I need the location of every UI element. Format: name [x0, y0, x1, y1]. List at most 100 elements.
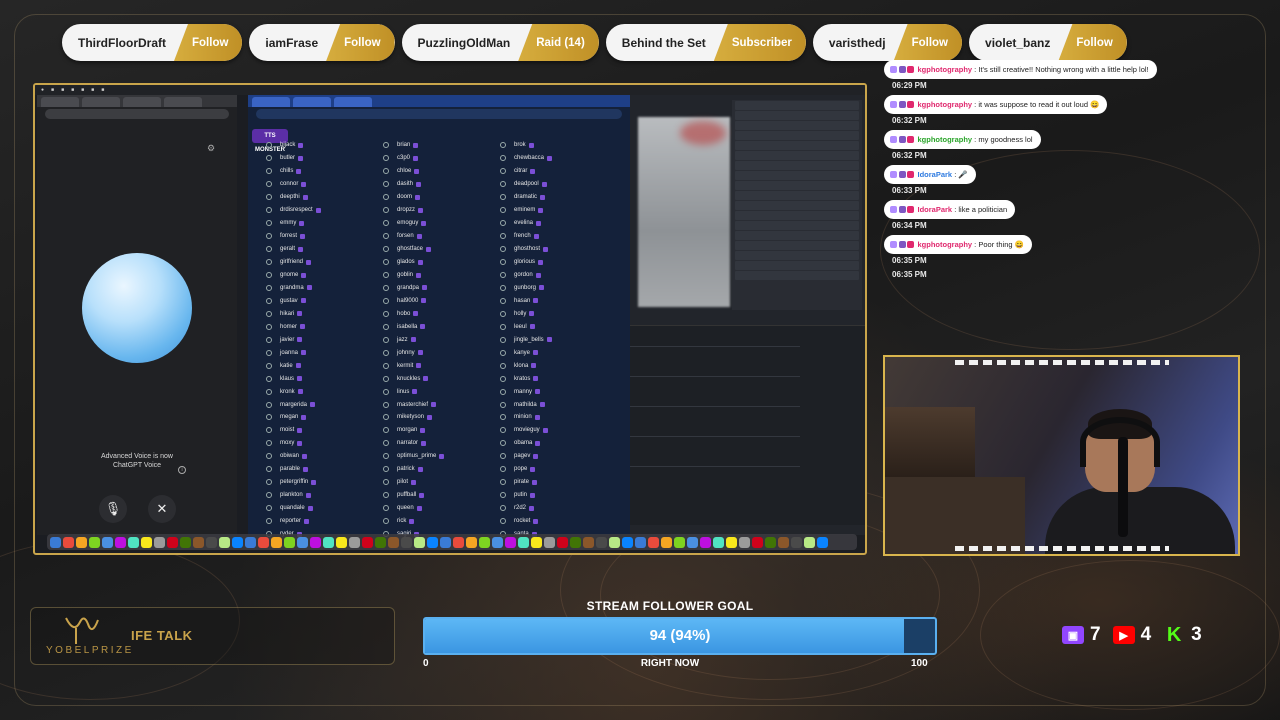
selected-checkbox-icon[interactable] — [431, 402, 437, 408]
selected-checkbox-icon[interactable] — [297, 337, 303, 343]
voice-list-item[interactable]: joanna — [266, 346, 383, 359]
play-icon[interactable] — [266, 155, 272, 162]
voice-list-item[interactable]: brian — [383, 139, 500, 152]
dock-app-icon[interactable] — [726, 536, 737, 548]
voice-list-item[interactable]: forsen — [383, 230, 500, 243]
selected-checkbox-icon[interactable] — [415, 194, 421, 200]
dock-app-icon[interactable] — [778, 536, 789, 548]
play-icon[interactable] — [266, 259, 272, 266]
selected-checkbox-icon[interactable] — [420, 427, 426, 433]
selected-checkbox-icon[interactable] — [536, 220, 542, 226]
play-icon[interactable] — [500, 492, 506, 499]
voice-list-item[interactable]: ghostface — [383, 243, 500, 256]
selected-checkbox-icon[interactable] — [298, 155, 304, 161]
selected-checkbox-icon[interactable] — [414, 168, 420, 174]
selected-checkbox-icon[interactable] — [533, 233, 539, 239]
play-icon[interactable] — [500, 284, 506, 291]
selected-checkbox-icon[interactable] — [419, 492, 425, 498]
selected-checkbox-icon[interactable] — [534, 414, 540, 420]
voice-list-item[interactable]: rick — [383, 515, 500, 528]
play-icon[interactable] — [383, 349, 389, 356]
selected-checkbox-icon[interactable] — [298, 246, 304, 252]
selected-checkbox-icon[interactable] — [301, 350, 307, 356]
voice-list-item[interactable]: hal9000 — [383, 294, 500, 307]
play-icon[interactable] — [383, 427, 389, 434]
voice-list-item[interactable]: emmy — [266, 217, 383, 230]
dock-app-icon[interactable] — [700, 536, 711, 548]
voice-list-item[interactable]: butler — [266, 152, 383, 165]
play-icon[interactable] — [383, 518, 389, 525]
voice-list-item[interactable]: megan — [266, 411, 383, 424]
dock-app-icon[interactable] — [349, 536, 360, 548]
voice-list-item[interactable]: chills — [266, 165, 383, 178]
dock-app-icon[interactable] — [102, 536, 113, 548]
voice-list-item[interactable]: chewbacca — [500, 152, 617, 165]
selected-checkbox-icon[interactable] — [416, 505, 422, 511]
selected-checkbox-icon[interactable] — [540, 194, 546, 200]
dock-app-icon[interactable] — [323, 536, 334, 548]
play-icon[interactable] — [266, 272, 272, 278]
selected-checkbox-icon[interactable] — [538, 259, 544, 265]
dock-app-icon[interactable] — [453, 536, 464, 548]
play-icon[interactable] — [383, 479, 389, 486]
voice-list-item[interactable]: geralt — [266, 243, 383, 256]
selected-checkbox-icon[interactable] — [529, 324, 535, 330]
selected-checkbox-icon[interactable] — [296, 168, 302, 174]
selected-checkbox-icon[interactable] — [413, 311, 419, 317]
selected-checkbox-icon[interactable] — [301, 272, 307, 278]
play-icon[interactable] — [383, 168, 389, 175]
dock-app-icon[interactable] — [440, 536, 451, 548]
play-icon[interactable] — [383, 492, 389, 499]
dock-app-icon[interactable] — [258, 536, 269, 548]
voice-list-item[interactable]: deadpool — [500, 178, 617, 191]
selected-checkbox-icon[interactable] — [531, 363, 537, 369]
voice-list-item[interactable]: miketyson — [383, 411, 500, 424]
dock-app-icon[interactable] — [674, 536, 685, 548]
selected-checkbox-icon[interactable] — [541, 181, 547, 187]
dock-app-icon[interactable] — [518, 536, 529, 548]
dock-app-icon[interactable] — [128, 536, 139, 548]
selected-checkbox-icon[interactable] — [302, 194, 308, 200]
play-icon[interactable] — [500, 375, 506, 382]
selected-checkbox-icon[interactable] — [300, 298, 306, 304]
play-icon[interactable] — [266, 220, 272, 227]
play-icon[interactable] — [266, 181, 272, 188]
play-icon[interactable] — [500, 142, 506, 149]
selected-checkbox-icon[interactable] — [295, 363, 301, 369]
browser-url-bar[interactable] — [45, 109, 229, 119]
play-icon[interactable] — [383, 142, 389, 149]
selected-checkbox-icon[interactable] — [530, 168, 536, 174]
selected-checkbox-icon[interactable] — [538, 207, 544, 213]
dock-app-icon[interactable] — [648, 536, 659, 548]
dock-app-icon[interactable] — [245, 536, 256, 548]
selected-checkbox-icon[interactable] — [310, 402, 316, 408]
dock-app-icon[interactable] — [505, 536, 516, 548]
voice-list-item[interactable]: dasith — [383, 178, 500, 191]
dock-app-icon[interactable] — [609, 536, 620, 548]
voice-list-item[interactable]: emoguy — [383, 217, 500, 230]
play-icon[interactable] — [500, 207, 506, 214]
voice-list-item[interactable]: jazz — [383, 333, 500, 346]
dock-app-icon[interactable] — [141, 536, 152, 548]
voice-list-item[interactable]: hikari — [266, 307, 383, 320]
dock-app-icon[interactable] — [271, 536, 282, 548]
voice-list-item[interactable]: optimus_prime — [383, 450, 500, 463]
dock-app-icon[interactable] — [752, 536, 763, 548]
voice-list-item[interactable]: deepthi — [266, 191, 383, 204]
selected-checkbox-icon[interactable] — [410, 337, 416, 343]
selected-checkbox-icon[interactable] — [533, 518, 539, 524]
microphone-button[interactable]: 🎙 — [99, 495, 127, 523]
selected-checkbox-icon[interactable] — [535, 440, 541, 446]
play-icon[interactable] — [383, 233, 389, 240]
dock-app-icon[interactable] — [154, 536, 165, 548]
dock-app-icon[interactable] — [804, 536, 815, 548]
voice-list-item[interactable]: bijack — [266, 139, 383, 152]
voice-list-item[interactable]: mathilda — [500, 398, 617, 411]
selected-checkbox-icon[interactable] — [298, 142, 304, 148]
selected-checkbox-icon[interactable] — [301, 414, 307, 420]
selected-checkbox-icon[interactable] — [546, 337, 552, 343]
settings-sliders-icon[interactable]: ⚙ — [207, 143, 215, 154]
voice-list-item[interactable]: drdisrespect — [266, 204, 383, 217]
play-icon[interactable] — [383, 194, 389, 201]
voice-list-item[interactable]: katie — [266, 359, 383, 372]
